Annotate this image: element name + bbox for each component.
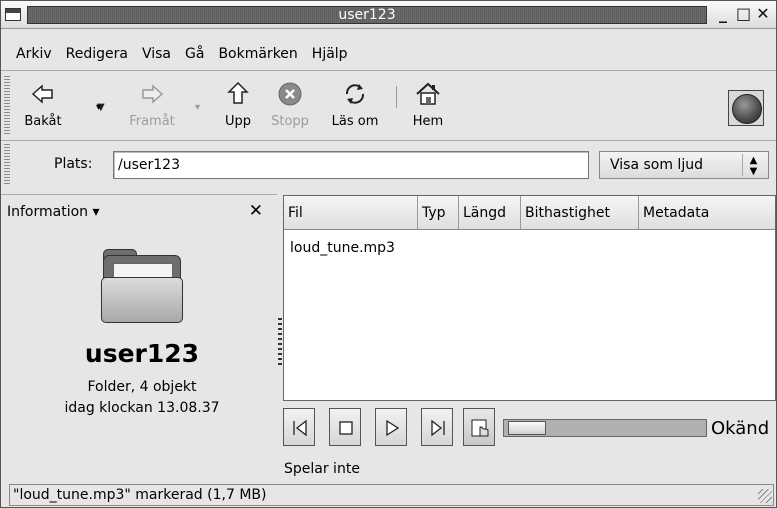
up-arrow-icon [227,81,249,104]
column-header-fil[interactable]: Fil [284,196,418,230]
folder-name: user123 [84,339,200,368]
forward-history-icon[interactable]: ▾ [195,102,200,113]
stop-button[interactable]: Stopp [263,76,317,134]
reload-icon [345,84,365,104]
seek-slider[interactable] [503,419,707,437]
status-text: "loud_tune.mp3" markerad (1,7 MB) [13,487,267,503]
window-title: user123 [338,7,396,23]
file-manager-window: user123 _ □ ✕ Arkiv Redigera Visa Gå Bok… [0,0,777,508]
play-button[interactable] [375,408,407,446]
folder-icon [99,249,185,325]
stop-playback-button[interactable] [329,408,361,446]
up-button[interactable]: Upp [215,76,261,134]
location-bar: Plats: /user123 Visa som ljud ▲ ▼ [1,142,776,188]
menu-bokmarken[interactable]: Bokmärken [211,41,304,67]
view-as-select[interactable]: Visa som ljud ▲ ▼ [599,151,769,179]
file-list[interactable]: Fil Typ Längd Bithastighet Metadata loud… [283,195,776,401]
file-row[interactable]: loud_tune.mp3 [290,240,395,256]
menu-ga[interactable]: Gå [178,41,211,67]
back-button[interactable]: Bakåt ▼ [13,76,105,134]
side-pane-header: Information ▾ ✕ [1,194,277,230]
back-history-icon[interactable]: ▾ [96,102,101,113]
status-bar: "loud_tune.mp3" markerad (1,7 MB) [9,484,774,506]
reload-button[interactable]: Läs om [323,76,387,134]
location-bar-grip[interactable] [4,144,10,184]
menu-arkiv[interactable]: Arkiv [9,41,59,67]
mixer-button[interactable] [463,408,495,446]
side-pane-selector[interactable]: Information ▾ [7,204,100,220]
stop-icon [278,82,302,106]
hand-pointer-icon [471,419,489,437]
stop-label: Stopp [271,114,309,129]
menu-hjalp[interactable]: Hjälp [305,41,355,67]
home-label: Hem [412,114,444,129]
forward-button[interactable]: Framåt [119,76,185,134]
stop-square-icon [339,421,353,435]
playback-status: Spelar inte [284,461,360,477]
next-track-button[interactable] [421,408,453,446]
menu-separator [1,70,776,71]
window-menu-icon[interactable] [5,8,21,21]
location-label: Plats: [54,156,93,172]
previous-track-button[interactable] [283,408,315,446]
pane-resize-handle[interactable] [278,315,282,365]
resize-grip-icon[interactable] [758,489,772,503]
menu-visa[interactable]: Visa [135,41,178,67]
column-header-bithastighet[interactable]: Bithastighet [521,196,639,230]
back-label: Bakåt [24,114,62,129]
close-side-pane-icon[interactable]: ✕ [249,201,263,221]
column-header-langd[interactable]: Längd [459,196,521,230]
home-icon [416,82,440,105]
menu-bar: Arkiv Redigera Visa Gå Bokmärken Hjälp [1,41,776,67]
track-length: Okänd [711,418,770,439]
throbber-icon [728,90,764,126]
toolbar: Bakåt ▼ ▾ Framåt ▾ Upp Stopp Läs om Hem [1,72,776,137]
menu-redigera[interactable]: Redigera [59,41,135,67]
close-window-icon[interactable]: ✕ [756,5,770,23]
title-bar[interactable]: user123 _ □ ✕ [1,1,776,29]
spin-arrows-icon[interactable]: ▲ ▼ [742,154,764,177]
previous-icon [293,419,307,437]
view-as-value: Visa som ljud [610,157,703,173]
back-arrow-icon [31,84,53,104]
toolbar-separator [396,86,397,108]
next-icon [431,419,445,437]
column-header-typ[interactable]: Typ [418,196,459,230]
minimize-icon[interactable]: _ [716,5,730,23]
folder-description: Folder, 4 objekt [87,379,197,395]
location-input[interactable]: /user123 [113,151,589,179]
play-icon [386,419,400,437]
home-button[interactable]: Hem [403,76,453,134]
up-label: Upp [224,114,252,129]
seek-slider-knob[interactable] [508,421,546,435]
column-header-metadata[interactable]: Metadata [639,196,775,230]
forward-label: Framåt [129,114,175,129]
folder-modified-date: idag klockan 13.08.37 [64,400,220,416]
maximize-icon[interactable]: □ [736,5,751,23]
toolbar-grip[interactable] [4,76,10,134]
reload-label: Läs om [331,114,379,129]
forward-arrow-icon [142,84,164,104]
toolbar-bottom-separator [1,140,776,141]
